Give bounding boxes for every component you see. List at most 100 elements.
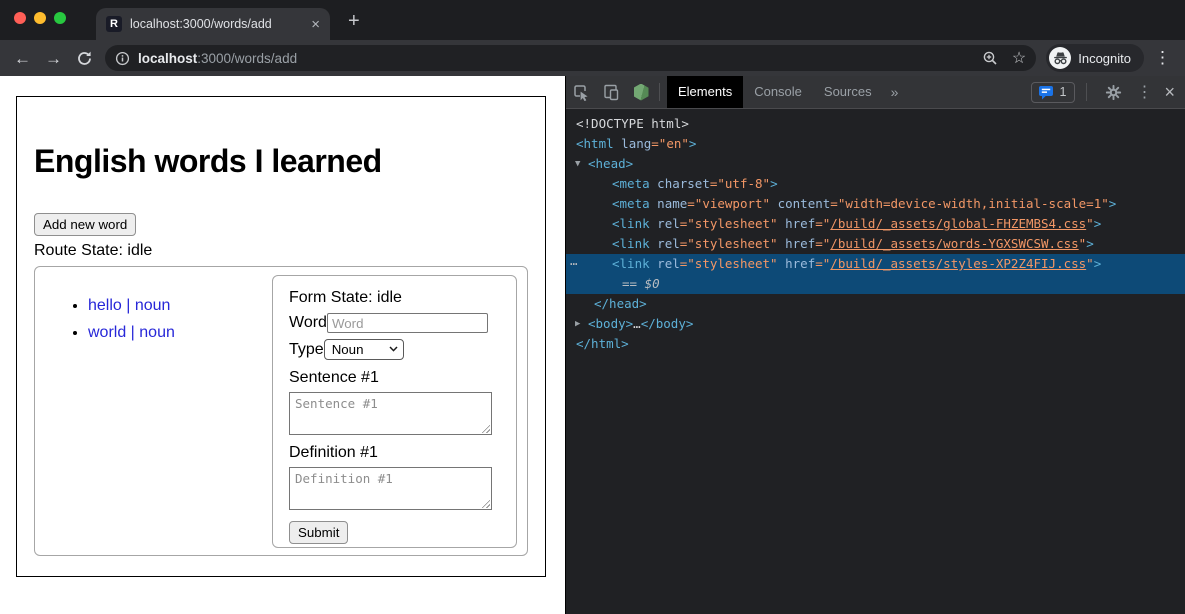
definition-textarea-wrap (289, 467, 492, 510)
code-token-link: /build/_assets/global-FHZEMBS4.css (830, 216, 1086, 231)
bookmark-star-button[interactable]: ☆ (1012, 48, 1026, 68)
code-token-tag: > (689, 136, 697, 151)
toolbar-divider (659, 83, 660, 101)
devtools-menu-button[interactable]: ⋮ (1136, 82, 1152, 102)
devtools-close-button[interactable]: × (1164, 82, 1175, 103)
devtools-tab-console[interactable]: Console (743, 76, 813, 108)
dom-tree-line[interactable]: <link rel="stylesheet" href="/build/_ass… (566, 214, 1185, 234)
code-token-link: /build/_assets/words-YGXSWCSW.css (830, 236, 1078, 251)
sentence-textarea[interactable] (289, 392, 492, 435)
more-tabs-button[interactable]: » (883, 76, 907, 108)
code-token-tag: <link (612, 216, 650, 231)
forward-button[interactable]: → (45, 50, 62, 67)
reload-icon (76, 50, 93, 67)
gutter-ellipsis-icon[interactable]: … (570, 251, 579, 271)
code-token-val: ="stylesheet" (680, 216, 778, 231)
device-toolbar-button[interactable] (596, 79, 626, 105)
dom-tree-line[interactable]: <meta name="viewport" content="width=dev… (566, 194, 1185, 214)
inspect-element-button[interactable] (566, 79, 596, 105)
code-token-tag: > (1094, 216, 1102, 231)
word-link[interactable]: hello | noun (88, 297, 170, 314)
issues-counter[interactable]: 1 (1031, 82, 1076, 103)
issues-count: 1 (1060, 85, 1067, 99)
code-token-attr: rel (657, 256, 680, 271)
code-token-attr: href (785, 236, 815, 251)
tab-title: localhost:3000/words/add (130, 17, 303, 31)
dom-tree-line[interactable]: <html lang="en"> (566, 134, 1185, 154)
code-token-tag: </head> (594, 296, 647, 311)
collapse-arrow-icon[interactable]: ▶ (575, 314, 580, 334)
code-token-tag: <meta (612, 196, 650, 211)
code-token-tag: <head> (588, 156, 633, 171)
browser-window: R localhost:3000/words/add × + ← → local… (0, 0, 1185, 614)
browser-toolbar: ← → localhost:3000/words/add (0, 40, 1185, 76)
code-token-plain: … (633, 316, 641, 331)
device-toolbar-icon (602, 83, 620, 101)
devtools-panel: ElementsConsoleSources » 1 (565, 76, 1185, 614)
word-row: Word (289, 313, 500, 333)
code-token-val: " (1086, 216, 1094, 231)
devtools-toolbar-right: 1 (1031, 79, 1185, 105)
devtools-tab-elements[interactable]: Elements (667, 76, 743, 108)
devtools-tabs: ElementsConsoleSources (667, 76, 883, 108)
tab-close-icon[interactable]: × (311, 17, 320, 32)
remix-favicon-icon: R (106, 16, 122, 32)
zoom-page-button[interactable] (982, 50, 998, 66)
code-token-val: ="stylesheet" (680, 236, 778, 251)
code-token-tag: <body> (588, 316, 633, 331)
add-new-word-button[interactable]: Add new word (34, 213, 136, 236)
devtools-tab-sources[interactable]: Sources (813, 76, 883, 108)
new-tab-button[interactable]: + (348, 10, 360, 33)
dom-tree-line[interactable]: <!DOCTYPE html> (566, 114, 1185, 134)
back-button[interactable]: ← (14, 50, 31, 67)
devtools-settings-button[interactable] (1098, 79, 1128, 105)
dom-tree-line[interactable]: <link rel="stylesheet" href="/build/_ass… (566, 234, 1185, 254)
site-info-icon[interactable] (115, 51, 130, 66)
code-token-attr: rel (657, 216, 680, 231)
window-control-dot[interactable] (34, 12, 46, 24)
code-token-eq: == $0 (622, 276, 660, 291)
address-bar[interactable]: localhost:3000/words/add ☆ (105, 45, 1036, 71)
code-token-attr: content (778, 196, 831, 211)
code-token-attr: name (657, 196, 687, 211)
browser-tab[interactable]: R localhost:3000/words/add × (96, 8, 330, 40)
word-input[interactable] (327, 313, 488, 333)
incognito-label: Incognito (1078, 51, 1131, 66)
web-page: English words I learned Add new word Rou… (0, 76, 565, 614)
add-word-form: Form State: idle Word Type Noun (272, 275, 517, 548)
dom-tree-line[interactable]: <meta charset="utf-8"> (566, 174, 1185, 194)
code-token-plain (778, 256, 786, 271)
code-token-val: =" (815, 256, 830, 271)
code-token-val: " (1086, 256, 1094, 271)
zoom-icon (982, 50, 998, 66)
type-select[interactable]: Noun (324, 339, 404, 360)
code-token-tag: <link (612, 236, 650, 251)
reload-button[interactable] (76, 50, 93, 67)
dom-tree-line[interactable]: …<link rel="stylesheet" href="/build/_as… (566, 254, 1185, 274)
type-row: Type Noun (289, 339, 500, 360)
dom-tree-line[interactable]: == $0 (566, 274, 1185, 294)
app-container: English words I learned Add new word Rou… (16, 96, 546, 577)
code-token-attr: charset (657, 176, 710, 191)
dom-tree-line[interactable]: ▼ <head> (566, 154, 1185, 174)
window-control-dot[interactable] (54, 12, 66, 24)
code-token-attr: rel (657, 236, 680, 251)
code-token-tag: > (1086, 236, 1094, 251)
dom-tree-line[interactable]: ▶<body>…</body> (566, 314, 1185, 334)
expand-arrow-icon[interactable]: ▼ (575, 154, 580, 174)
window-control-dot[interactable] (14, 12, 26, 24)
definition-textarea[interactable] (289, 467, 492, 510)
code-token-attr: href (785, 216, 815, 231)
submit-button[interactable]: Submit (289, 521, 348, 544)
page-title: English words I learned (34, 143, 528, 180)
dom-tree-line[interactable]: </html> (566, 334, 1185, 354)
extension-hexagon-icon[interactable] (626, 79, 656, 105)
word-link[interactable]: world | noun (88, 324, 175, 341)
sentence-label: Sentence #1 (289, 369, 500, 387)
window-controls (14, 12, 66, 24)
code-token-val: ="utf-8" (710, 176, 770, 191)
code-token-val: ="stylesheet" (680, 256, 778, 271)
incognito-badge[interactable]: Incognito (1046, 44, 1144, 72)
dom-tree-line[interactable]: </head> (566, 294, 1185, 314)
browser-menu-button[interactable]: ⋮ (1154, 48, 1171, 68)
